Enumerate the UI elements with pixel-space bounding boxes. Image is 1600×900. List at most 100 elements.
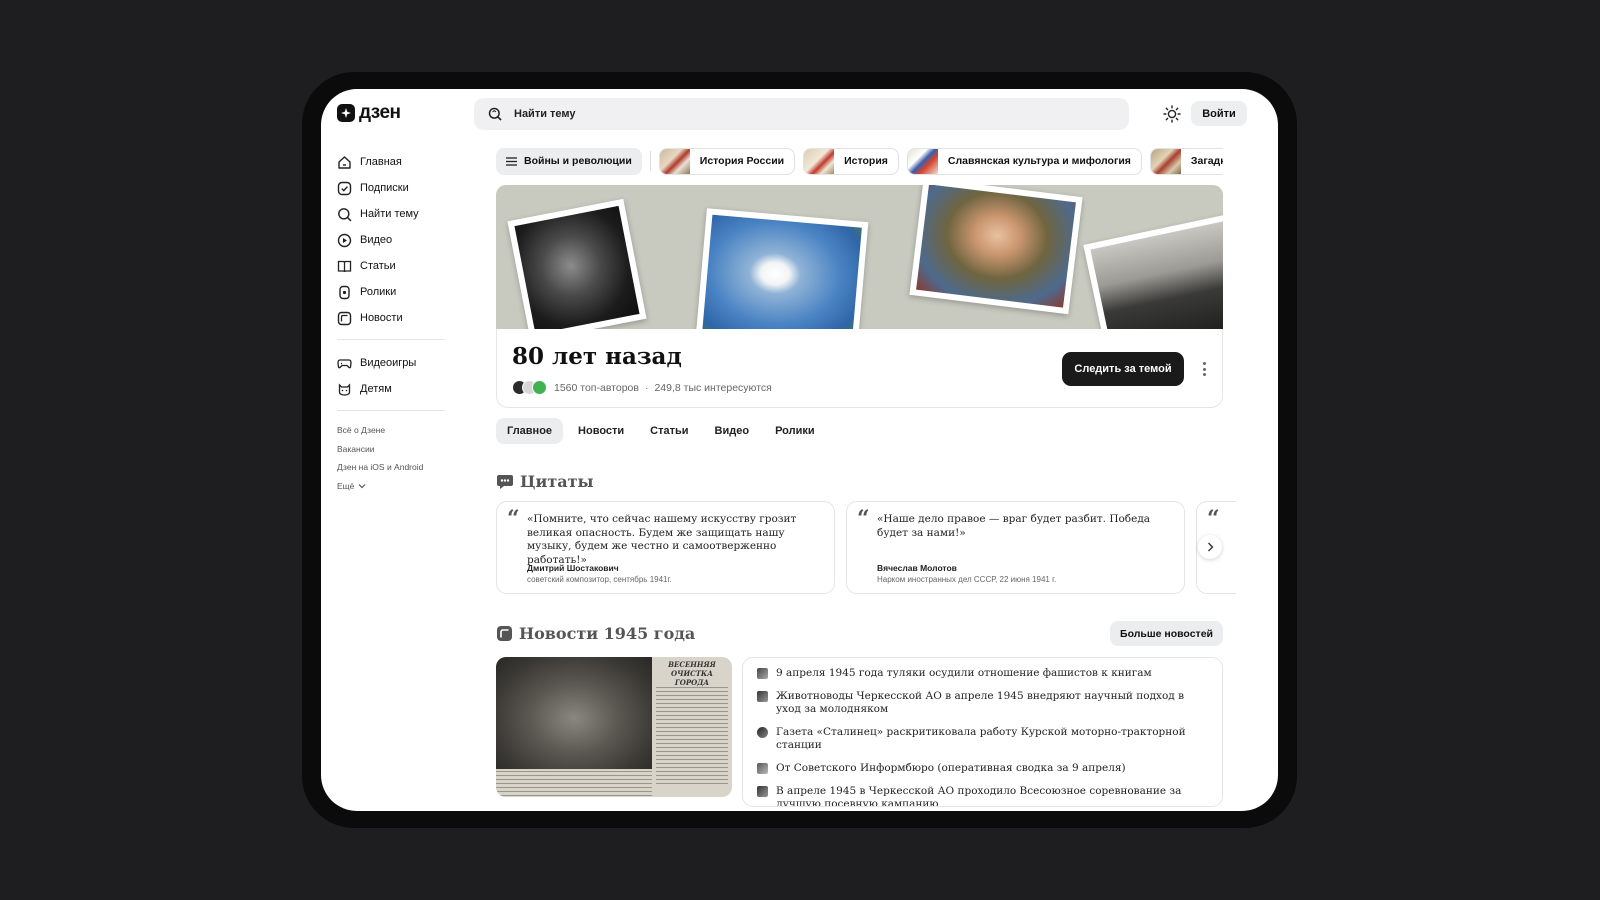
news-item[interactable]: В апреле 1945 в Черкесской АО проходило … bbox=[757, 785, 1208, 806]
follow-topic-button[interactable]: Следить за темой bbox=[1062, 352, 1184, 386]
gamepad-icon bbox=[337, 358, 352, 368]
tab-articles[interactable]: Статьи bbox=[639, 418, 699, 444]
sidebar-item-find-topic[interactable]: Найти тему bbox=[337, 201, 447, 227]
logo-text: дзен bbox=[359, 102, 401, 123]
quote-author: Вячеслав Молотов bbox=[877, 563, 957, 573]
sidebar-item-label: Статьи bbox=[360, 260, 396, 272]
woman-portrait-photo bbox=[909, 185, 1083, 315]
news-section-header: Новости 1945 года Больше новостей bbox=[496, 621, 1223, 646]
more-news-button[interactable]: Больше новостей bbox=[1110, 621, 1223, 646]
portrait-photo bbox=[507, 198, 647, 329]
sidebar-item-label: Найти тему bbox=[360, 208, 419, 220]
news-list: 9 апреля 1945 года туляки осудили отноше… bbox=[742, 657, 1223, 807]
quote-author-role: советский композитор, сентябрь 1941г. bbox=[527, 575, 672, 584]
sidebar-item-label: Главная bbox=[360, 156, 402, 168]
chip-wars-revolutions[interactable]: Войны и революции bbox=[496, 147, 642, 175]
soldiers-photo bbox=[1083, 211, 1223, 329]
newspaper-image[interactable]: ВЕСЕННЯЯ ОЧИСТКА ГОРОДА bbox=[496, 657, 732, 797]
about-link[interactable]: Всё о Дзене bbox=[337, 421, 447, 440]
sidebar-item-home[interactable]: Главная bbox=[337, 149, 447, 175]
followers-count: 249,8 тыс интересуются bbox=[654, 381, 772, 394]
chip-label: Славянская культура и мифология bbox=[947, 155, 1131, 167]
newspaper-icon bbox=[757, 668, 768, 679]
search-icon bbox=[488, 107, 502, 121]
search-input[interactable]: Найти тему bbox=[474, 98, 1129, 130]
quote-card[interactable]: “ «Наше дело правое — враг будет разбит.… bbox=[846, 501, 1185, 594]
sidebar-item-shorts[interactable]: Ролики bbox=[337, 279, 447, 305]
more-link-label: Ещё bbox=[337, 480, 355, 491]
chip-label: История России bbox=[699, 155, 785, 167]
tab-video[interactable]: Видео bbox=[704, 418, 761, 444]
chip-separator bbox=[649, 151, 651, 171]
quotes-section-title: Цитаты bbox=[496, 472, 1223, 491]
quote-author: Дмитрий Шостакович bbox=[527, 563, 619, 573]
chip-history[interactable]: История bbox=[803, 147, 899, 175]
sidebar-item-articles[interactable]: Статьи bbox=[337, 253, 447, 279]
quote-text: «Помните, что сейчас нашему искусству гр… bbox=[527, 513, 797, 566]
kids-icon bbox=[338, 382, 351, 396]
newspaper-caption: ВЕСЕННЯЯ ОЧИСТКА ГОРОДА bbox=[668, 660, 716, 687]
dot bbox=[1202, 367, 1206, 371]
news-item[interactable]: Газета «Сталинец» раскритиковала работу … bbox=[757, 726, 1208, 752]
newspaper-column-text bbox=[656, 687, 728, 787]
dot bbox=[1202, 362, 1206, 365]
sidebar-item-label: Детям bbox=[360, 383, 392, 395]
search-placeholder: Найти тему bbox=[514, 108, 576, 120]
chip-russian-history[interactable]: История России bbox=[658, 147, 796, 175]
sidebar-item-label: Новости bbox=[360, 312, 403, 324]
quote-author-role: Нарком иностранных дел СССР, 22 июня 194… bbox=[877, 575, 1057, 584]
tab-news[interactable]: Новости bbox=[567, 418, 635, 444]
sidebar-item-videogames[interactable]: Видеоигры bbox=[337, 350, 447, 376]
menu-icon bbox=[506, 156, 517, 166]
author-avatars bbox=[512, 380, 547, 395]
sidebar-item-kids[interactable]: Детям bbox=[337, 376, 447, 402]
more-options-button[interactable] bbox=[1197, 359, 1211, 379]
newspaper-icon bbox=[757, 786, 768, 797]
sidebar-item-subscriptions[interactable]: Подписки bbox=[337, 175, 447, 201]
news-item[interactable]: От Советского Информбюро (оперативная св… bbox=[757, 762, 1208, 775]
sidebar-divider bbox=[337, 339, 445, 340]
quote-mark-icon: “ bbox=[857, 506, 870, 532]
news-item[interactable]: 9 апреля 1945 года туляки осудили отноше… bbox=[757, 667, 1208, 680]
news-item-text: 9 апреля 1945 года туляки осудили отноше… bbox=[776, 667, 1152, 679]
carousel-next-button[interactable] bbox=[1198, 535, 1222, 559]
apps-link[interactable]: Дзен на iOS и Android bbox=[337, 458, 447, 477]
tablet-frame: дзен Найти тему Войти Главная Подписки Н… bbox=[302, 72, 1297, 828]
newspaper-icon bbox=[757, 691, 768, 702]
avatar bbox=[532, 380, 547, 395]
quote-card[interactable]: “ «Помните, что сейчас нашему искусству … bbox=[496, 501, 835, 594]
login-button[interactable]: Войти bbox=[1191, 101, 1247, 126]
quotes-carousel: “ «Помните, что сейчас нашему искусству … bbox=[496, 501, 1236, 594]
news-item-text: Животноводы Черкесской АО в апреле 1945 … bbox=[776, 690, 1185, 715]
more-link[interactable]: Ещё bbox=[337, 477, 447, 496]
subscriptions-icon bbox=[337, 181, 352, 195]
chip-mysteries[interactable]: Загадки и bbox=[1149, 147, 1223, 175]
news-item[interactable]: Животноводы Черкесской АО в апреле 1945 … bbox=[757, 690, 1208, 716]
newspaper-icon bbox=[757, 727, 768, 738]
search-icon bbox=[338, 207, 352, 222]
main-content: Войны и революции История России История… bbox=[496, 147, 1236, 807]
sidebar-item-label: Видеоигры bbox=[360, 357, 417, 369]
tab-shorts[interactable]: Ролики bbox=[764, 418, 826, 444]
section-title-text: Цитаты bbox=[520, 472, 594, 491]
chevron-down-icon bbox=[358, 483, 366, 489]
home-icon bbox=[338, 155, 351, 169]
authors-count: 1560 топ-авторов bbox=[554, 381, 639, 394]
chip-thumbnail bbox=[659, 148, 690, 174]
sidebar-item-news[interactable]: Новости bbox=[337, 305, 447, 331]
topic-banner bbox=[496, 185, 1223, 329]
tab-main[interactable]: Главное bbox=[496, 418, 564, 444]
sidebar-item-label: Ролики bbox=[360, 286, 397, 298]
theme-toggle-button[interactable] bbox=[1161, 103, 1183, 125]
quote-mark-icon: “ bbox=[507, 506, 520, 532]
newspaper-icon bbox=[757, 763, 768, 774]
chip-slavic-culture[interactable]: Славянская культура и мифология bbox=[906, 147, 1142, 175]
newspaper-photo bbox=[496, 657, 652, 769]
browser-screen: дзен Найти тему Войти Главная Подписки Н… bbox=[321, 89, 1278, 811]
vacancies-link[interactable]: Вакансии bbox=[337, 440, 447, 459]
sidebar-item-video[interactable]: Видео bbox=[337, 227, 447, 253]
news-icon bbox=[497, 626, 512, 641]
topic-chips: Войны и революции История России История… bbox=[496, 147, 1223, 175]
chip-thumbnail bbox=[1150, 148, 1181, 174]
dzen-logo[interactable]: дзен bbox=[337, 102, 401, 124]
